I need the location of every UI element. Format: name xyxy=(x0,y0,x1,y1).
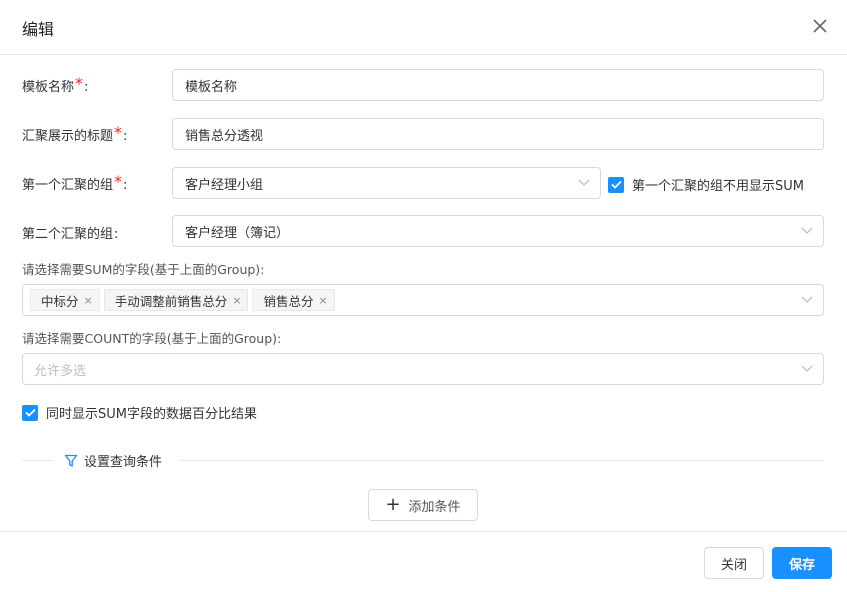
sum-fields-label: 请选择需要SUM的字段(基于上面的Group): xyxy=(22,262,265,277)
count-fields-label: 请选择需要COUNT的字段(基于上面的Group): xyxy=(22,331,282,346)
chevron-down-icon xyxy=(801,296,813,304)
first-group-select[interactable]: 客户经理小组 xyxy=(172,167,601,199)
checkbox-checked-icon[interactable] xyxy=(608,176,624,193)
required-mark: * xyxy=(114,123,123,142)
template-name-label: 模板名称*: xyxy=(22,74,89,95)
tag-remove-icon[interactable]: × xyxy=(84,294,93,307)
close-button[interactable]: 关闭 xyxy=(704,547,764,579)
conditions-section-title: 设置查询条件 xyxy=(64,451,169,470)
first-group-label: 第一个汇聚的组*: xyxy=(22,172,128,193)
required-mark: * xyxy=(114,172,123,191)
count-fields-placeholder: 允许多选 xyxy=(34,363,87,379)
divider-left xyxy=(22,460,54,461)
save-button[interactable]: 保存 xyxy=(772,547,832,579)
first-group-no-sum-checkbox[interactable]: 第一个汇聚的组不用显示SUM xyxy=(608,175,804,194)
tag-item: 中标分 × xyxy=(30,289,100,311)
checkbox-label: 同时显示SUM字段的数据百分比结果 xyxy=(46,407,257,422)
second-group-label: 第二个汇聚的组: xyxy=(22,227,119,242)
chevron-down-icon xyxy=(801,227,813,235)
plus-icon: + xyxy=(385,494,401,515)
chevron-down-icon xyxy=(578,179,590,187)
summary-title-label: 汇聚展示的标题*: xyxy=(22,123,128,144)
count-fields-multiselect[interactable]: 允许多选 xyxy=(22,353,824,385)
tag-item: 销售总分 × xyxy=(252,289,335,311)
divider-right xyxy=(180,460,824,461)
second-group-select[interactable]: 客户经理（簿记） xyxy=(172,215,824,247)
edit-dialog: 编辑 模板名称*: 模板名称 汇聚展示的标题*: 销售总分透视 第一个汇聚的组*… xyxy=(0,0,847,592)
checkbox-checked-icon[interactable] xyxy=(22,404,38,421)
dialog-header: 编辑 xyxy=(0,0,847,55)
dialog-title: 编辑 xyxy=(22,20,55,39)
tag-remove-icon[interactable]: × xyxy=(232,294,241,307)
dialog-footer: 关闭 保存 xyxy=(0,531,847,592)
chevron-down-icon xyxy=(801,365,813,373)
tag-item: 手动调整前销售总分 × xyxy=(103,289,249,311)
tag-remove-icon[interactable]: × xyxy=(318,294,327,307)
required-mark: * xyxy=(75,74,84,93)
add-condition-button[interactable]: + 添加条件 xyxy=(368,489,478,521)
checkbox-label: 第一个汇聚的组不用显示SUM xyxy=(632,179,804,194)
close-icon[interactable] xyxy=(808,14,832,38)
summary-title-input[interactable]: 销售总分透视 xyxy=(172,118,824,150)
template-name-input[interactable]: 模板名称 xyxy=(172,69,824,101)
show-percent-checkbox[interactable]: 同时显示SUM字段的数据百分比结果 xyxy=(22,403,257,422)
filter-icon xyxy=(64,454,78,468)
sum-fields-multiselect[interactable]: 中标分 × 手动调整前销售总分 × 销售总分 × xyxy=(22,284,824,316)
